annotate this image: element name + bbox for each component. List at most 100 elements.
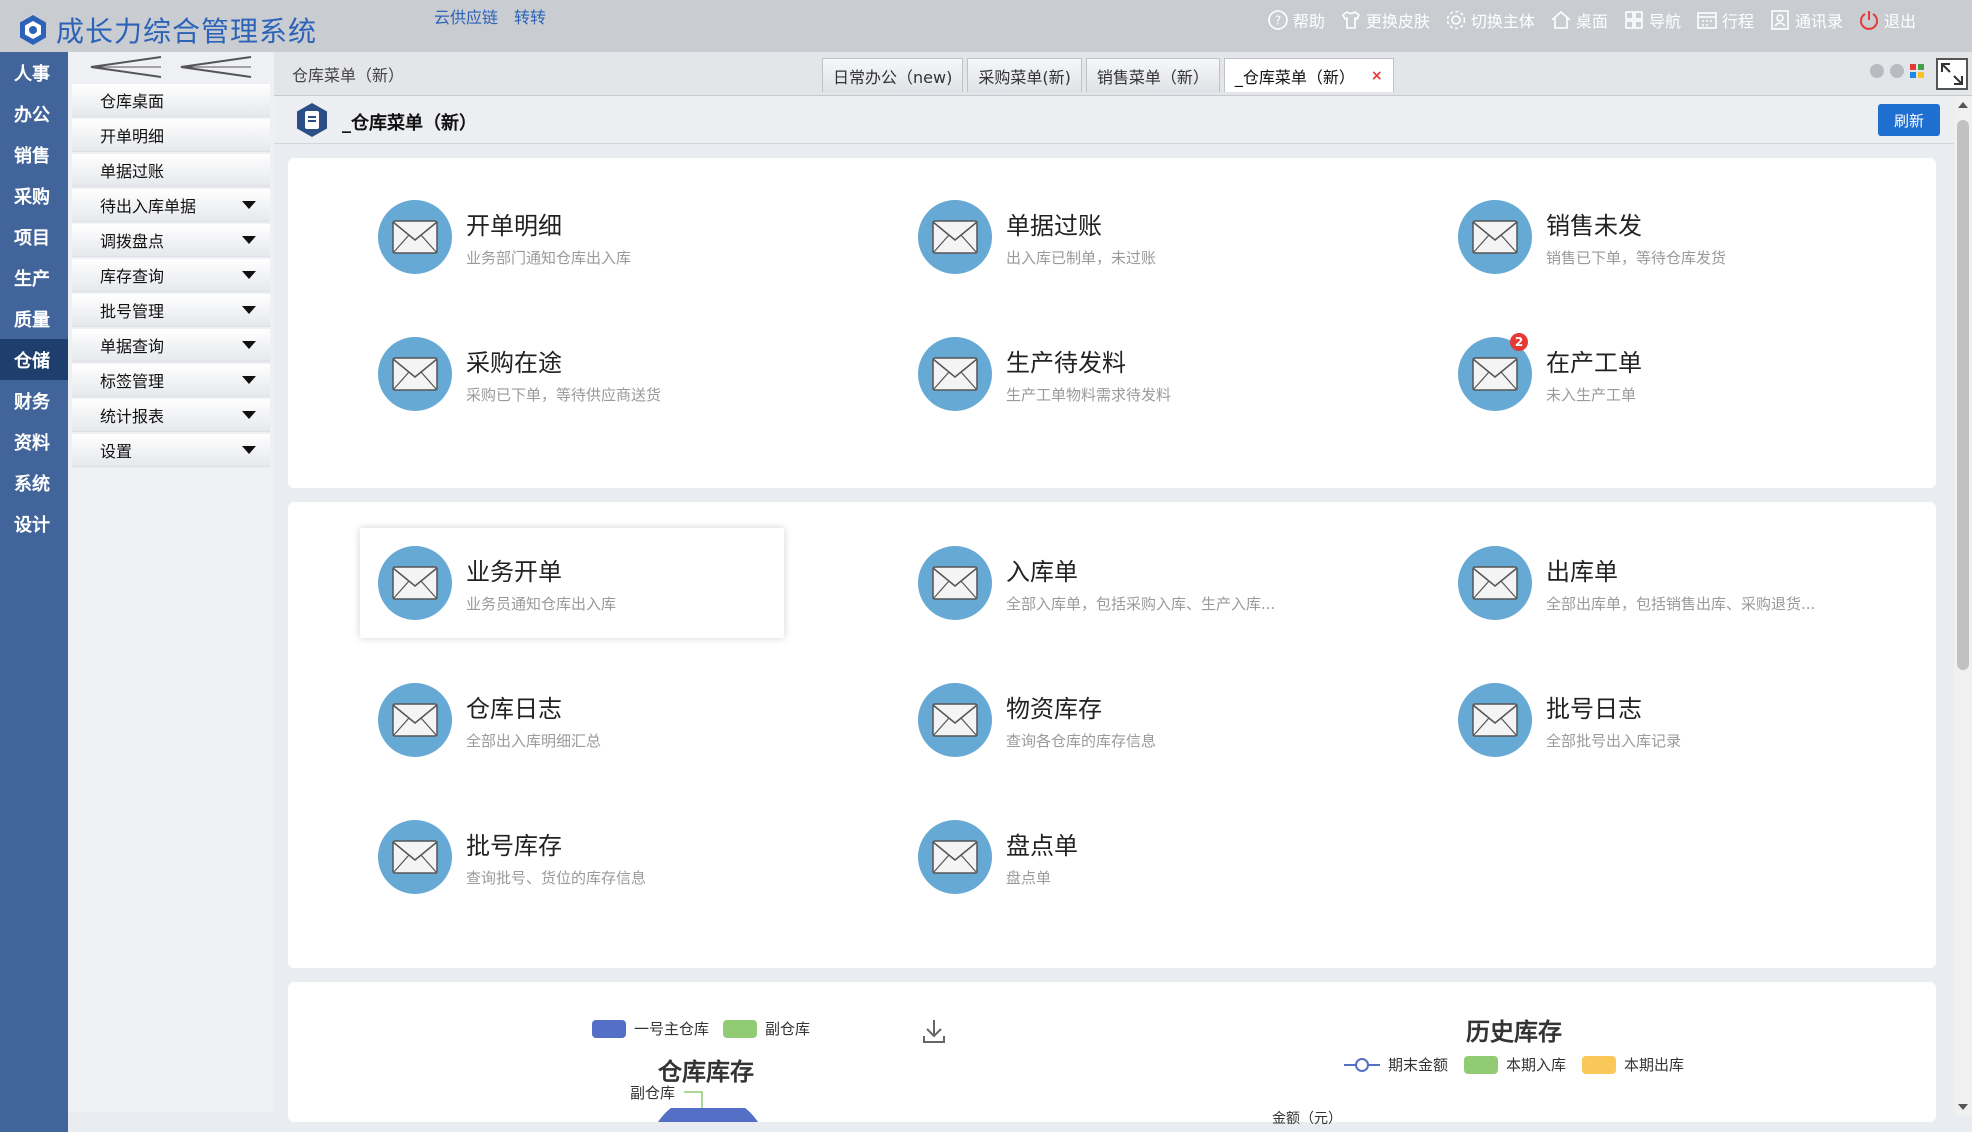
shortcut-card[interactable]: 采购在途 采购已下单，等待供应商送货	[360, 319, 784, 429]
submenu-item[interactable]: 待出入库单据	[72, 189, 270, 222]
tab[interactable]: 日常办公（new)	[822, 58, 964, 92]
legend-label-main-warehouse: 一号主仓库	[634, 1020, 710, 1038]
fullscreen-button[interactable]	[1936, 58, 1968, 90]
rail-item-1[interactable]: 办公	[0, 93, 68, 134]
shortcut-card[interactable]: 出库单 全部出库单，包括销售出库、采购退货...	[1440, 528, 1864, 638]
rail-item-5[interactable]: 生产	[0, 257, 68, 298]
topnav-calendar-button[interactable]: 行程	[1695, 8, 1754, 32]
envelope-icon-circle	[378, 546, 452, 620]
shortcut-card[interactable]: 盘点单 盘点单	[900, 802, 1324, 912]
tab-next-icon[interactable]	[1890, 64, 1904, 78]
legend-swatch-period-out[interactable]	[1582, 1055, 1617, 1074]
legend-line-symbol-ending-amount[interactable]	[1344, 1056, 1380, 1074]
envelope-icon-circle	[378, 820, 452, 894]
submenu-item-label: 统计报表	[100, 407, 165, 426]
legend-swatch-sub-warehouse[interactable]	[723, 1019, 758, 1038]
scroll-up-icon[interactable]	[1958, 102, 1968, 108]
topnav-contacts-button[interactable]: 通讯录	[1768, 8, 1843, 32]
submenu-item[interactable]: 库存查询	[72, 259, 270, 292]
card-title: 在产工单	[1546, 349, 1642, 377]
history-stock-title: 历史库存	[1466, 1018, 1562, 1046]
download-icon[interactable]	[922, 1018, 946, 1044]
shortcut-card[interactable]: 批号库存 查询批号、货位的库存信息	[360, 802, 784, 912]
refresh-button[interactable]: 刷新	[1878, 104, 1940, 136]
app-title: 成长力综合管理系统	[56, 15, 318, 48]
shortcut-card[interactable]: 批号日志 全部批号出入库记录	[1440, 665, 1864, 775]
submenu-item-label: 仓库桌面	[100, 92, 165, 111]
caret-down-icon	[242, 376, 256, 384]
tab-controls	[1870, 64, 1924, 78]
vertical-scrollbar[interactable]	[1954, 96, 1972, 1116]
scroll-thumb[interactable]	[1957, 120, 1969, 670]
submenu-item[interactable]: 调拨盘点	[72, 224, 270, 257]
tab[interactable]: 采购菜单(新)	[967, 58, 1082, 92]
shortcut-card[interactable]: 物资库存 查询各仓库的库存信息	[900, 665, 1324, 775]
envelope-icon	[1472, 357, 1518, 391]
topnav-label: 更换皮肤	[1365, 12, 1430, 31]
rail-item-0[interactable]: 人事	[0, 52, 68, 93]
home-icon	[1551, 10, 1571, 29]
rail-item-6[interactable]: 质量	[0, 298, 68, 339]
tab-label: 日常办公（new)	[833, 67, 953, 87]
collapse-toggle[interactable]	[68, 52, 274, 82]
rail-item-8[interactable]: 财务	[0, 380, 68, 421]
topnav-shirt-button[interactable]: 更换皮肤	[1339, 8, 1430, 32]
shortcut-card[interactable]: 仓库日志 全部出入库明细汇总	[360, 665, 784, 775]
card-description: 全部出入库明细汇总	[466, 732, 602, 750]
submenu-item[interactable]: 仓库桌面	[72, 84, 270, 117]
envelope-icon	[392, 220, 438, 254]
rail-item-7[interactable]: 仓储	[0, 339, 68, 380]
legend-swatch-main-warehouse[interactable]	[592, 1019, 626, 1038]
topnav-power-button[interactable]: 退出	[1857, 8, 1916, 32]
envelope-icon-circle	[918, 683, 992, 757]
card-description: 全部入库单，包括采购入库、生产入库...	[1006, 595, 1276, 613]
topnav-home-button[interactable]: 桌面	[1549, 8, 1608, 32]
rail-item-4[interactable]: 项目	[0, 216, 68, 257]
envelope-icon-circle	[918, 820, 992, 894]
submenu-item[interactable]: 统计报表	[72, 399, 270, 432]
legend-swatch-period-in[interactable]	[1464, 1055, 1499, 1074]
submenu-item[interactable]: 设置	[72, 434, 270, 467]
rail-item-2[interactable]: 销售	[0, 134, 68, 175]
pie-slice-main-warehouse	[658, 1108, 758, 1122]
double-chevron-left-icon	[90, 56, 252, 78]
rail-item-3[interactable]: 采购	[0, 175, 68, 216]
tab[interactable]: 销售菜单（新）	[1085, 58, 1220, 92]
shortcut-card[interactable]: 生产待发料 生产工单物料需求待发料	[900, 319, 1324, 429]
tab[interactable]: _仓库菜单（新） ×	[1223, 58, 1394, 92]
rail-item-10[interactable]: 系统	[0, 462, 68, 503]
shortcut-card[interactable]: 入库单 全部入库单，包括采购入库、生产入库...	[900, 528, 1324, 638]
submenu-item[interactable]: 单据过账	[72, 154, 270, 187]
shortcut-card[interactable]: 开单明细 业务部门通知仓库出入库	[360, 182, 784, 292]
app-logo[interactable]: 成长力综合管理系统	[16, 10, 317, 50]
rail-item-11[interactable]: 设计	[0, 503, 68, 544]
rail-item-9[interactable]: 资料	[0, 421, 68, 462]
shortcut-card[interactable]: 单据过账 出入库已制单，未过账	[900, 182, 1324, 292]
envelope-icon	[1472, 703, 1518, 737]
legend-label-period-out: 本期出库	[1624, 1056, 1685, 1074]
link-cloud-supply[interactable]: 云供应链	[434, 4, 498, 28]
submenu-item[interactable]: 开单明细	[72, 119, 270, 152]
topnav-label: 切换主体	[1470, 12, 1535, 31]
topnav-gear-button[interactable]: 切换主体	[1444, 8, 1535, 32]
tab-prev-icon[interactable]	[1870, 64, 1884, 78]
card-title: 销售未发	[1546, 212, 1642, 240]
submenu-item[interactable]: 批号管理	[72, 294, 270, 327]
submenu-item[interactable]: 单据查询	[72, 329, 270, 362]
hexagon-logo-icon	[20, 15, 46, 45]
caret-down-icon	[242, 236, 256, 244]
submenu-item[interactable]: 标签管理	[72, 364, 270, 397]
scroll-down-icon[interactable]	[1958, 1104, 1968, 1110]
shortcut-card[interactable]: 销售未发 销售已下单，等待仓库发货	[1440, 182, 1864, 292]
windows-grid-icon[interactable]	[1910, 64, 1924, 78]
close-icon[interactable]: ×	[1371, 68, 1383, 84]
link-zhuanzhuan[interactable]: 转转	[514, 4, 546, 28]
submenu-item-label: 设置	[100, 442, 133, 461]
history-stock-legend: 期末金额 本期入库 本期出库	[1344, 1054, 1684, 1075]
topnav-help-button[interactable]: ? 帮助	[1266, 8, 1325, 32]
topnav-grid-button[interactable]: 导航	[1622, 8, 1681, 32]
shortcut-card[interactable]: 2 在产工单 未入生产工单	[1440, 319, 1864, 429]
shortcut-card[interactable]: 业务开单 业务员通知仓库出入库	[360, 528, 784, 638]
caret-down-icon	[242, 411, 256, 419]
warehouse-stock-legend: 一号主仓库 副仓库	[592, 1018, 810, 1039]
